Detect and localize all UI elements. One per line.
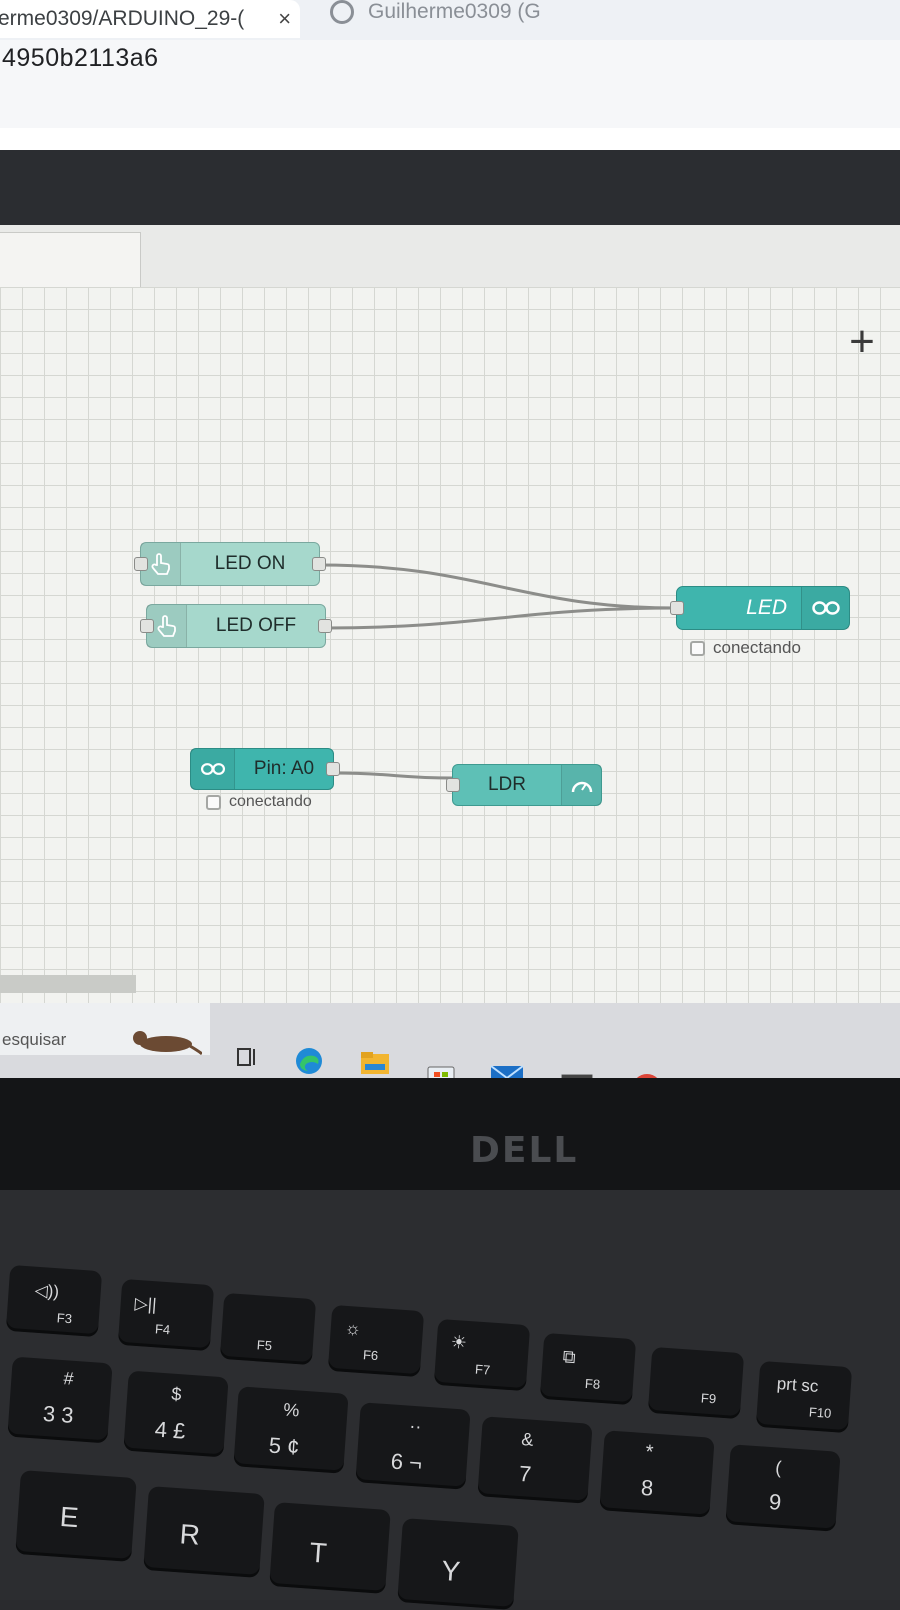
display-switch-icon: ⧉ [562, 1346, 577, 1368]
key-f3[interactable]: ◁)) F3 [5, 1264, 103, 1338]
input-port[interactable] [140, 619, 154, 633]
browser-tab-github[interactable]: Guilherme0309 (G [330, 0, 541, 25]
tab-title: erme0309/ARDUINO_29-( [0, 7, 245, 30]
key-f6[interactable]: ☼ F6 [327, 1304, 425, 1378]
node-pin-a0[interactable]: Pin: A0 [190, 748, 340, 790]
tab2-title: Guilherme0309 (G [368, 0, 541, 23]
output-port[interactable] [312, 557, 326, 571]
key-f5[interactable]: F5 [219, 1292, 317, 1366]
taskbar-search-placeholder[interactable]: esquisar [2, 1030, 66, 1050]
key-e[interactable]: E [15, 1470, 137, 1562]
laptop-bezel [0, 1078, 900, 1198]
node-label: LDR [487, 774, 526, 795]
key-f9[interactable]: F9 [647, 1346, 745, 1420]
status-indicator-icon [690, 640, 705, 656]
key-f10-prtsc[interactable]: prt sc F10 [755, 1360, 853, 1434]
tab-close-icon[interactable]: × [278, 6, 291, 32]
node-status-led: conectando [690, 638, 801, 658]
node-led-arduino-out[interactable]: LED [670, 586, 850, 630]
node-led-off[interactable]: LED OFF [140, 604, 332, 648]
brightness-up-icon: ☀ [450, 1331, 468, 1353]
node-led-on[interactable]: LED ON [134, 542, 326, 586]
bookmark-bar [0, 128, 900, 151]
status-text: conectando [713, 638, 801, 657]
gauge-icon [561, 765, 601, 805]
file-explorer-icon[interactable] [358, 1046, 392, 1080]
browser-tab-active[interactable]: erme0309/ARDUINO_29-( × [0, 0, 300, 38]
key-3[interactable]: # 3 3 [7, 1356, 113, 1444]
input-port[interactable] [446, 778, 460, 792]
output-port[interactable] [326, 762, 340, 776]
arduino-icon [191, 749, 235, 789]
dell-logo: DELL [470, 1130, 579, 1171]
node-label: LED ON [214, 553, 286, 574]
node-status-pin: conectando [206, 793, 312, 811]
key-5[interactable]: % 5 ¢ [233, 1386, 349, 1474]
key-7[interactable]: & 7 [477, 1416, 593, 1504]
key-6[interactable]: ·· 6 ¬ [355, 1402, 471, 1490]
status-indicator-icon [206, 794, 221, 810]
task-view-icon[interactable] [230, 1040, 264, 1074]
key-8[interactable]: * 8 [599, 1430, 715, 1518]
input-port[interactable] [670, 601, 684, 615]
node-label: Pin: A0 [253, 758, 315, 779]
output-port[interactable] [318, 619, 332, 633]
app-header [0, 150, 900, 225]
key-f4[interactable]: ▷|| F4 [117, 1278, 215, 1352]
volume-icon: ◁)) [34, 1280, 60, 1302]
horizontal-scrollbar[interactable] [0, 975, 136, 993]
key-f8[interactable]: ⧉ F8 [539, 1332, 637, 1406]
address-url[interactable]: 4950b2113a6 [2, 44, 159, 73]
arduino-icon [801, 587, 849, 629]
key-r[interactable]: R [143, 1486, 265, 1578]
brightness-down-icon: ☼ [344, 1317, 363, 1339]
flow-tab[interactable] [0, 232, 141, 291]
key-9[interactable]: ( 9 [725, 1444, 841, 1532]
github-icon [330, 0, 354, 25]
status-text: conectando [229, 793, 312, 810]
key-f7[interactable]: ☀ F7 [433, 1318, 531, 1392]
key-4[interactable]: $ 4 £ [123, 1370, 229, 1458]
edge-icon[interactable] [292, 1044, 326, 1078]
node-label: LED [746, 596, 787, 619]
key-y[interactable]: Y [397, 1518, 519, 1610]
node-label: LED OFF [215, 615, 297, 636]
key-t[interactable]: T [269, 1502, 391, 1594]
search-highlight-animal-icon [133, 1031, 202, 1056]
play-pause-icon: ▷|| [134, 1293, 158, 1315]
node-ldr-gauge[interactable]: LDR [446, 764, 602, 806]
add-flow-plus-icon[interactable]: + [842, 320, 882, 364]
input-port[interactable] [134, 557, 148, 571]
